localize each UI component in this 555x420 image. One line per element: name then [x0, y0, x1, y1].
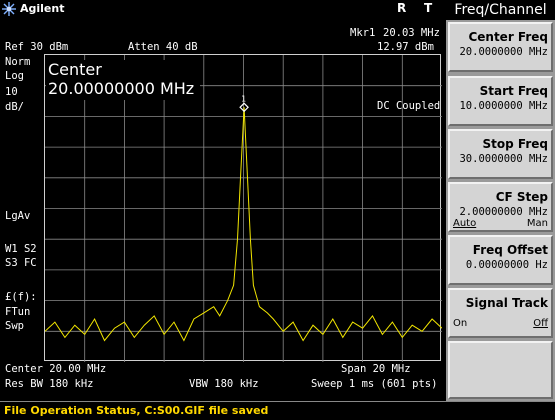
scale-value: 10 [5, 86, 18, 98]
agilent-spark-icon [2, 1, 16, 16]
average-type: LgAv [5, 210, 31, 222]
trace-mode-s3fc: S3 FC [5, 257, 37, 269]
freq-tune-indicator: FTun [5, 306, 31, 318]
softkey-label: CF Step [495, 190, 548, 204]
softkey-value: 2.00000000 MHz [459, 206, 548, 218]
start-freq-key[interactable]: Start Freq 10.0000000 MHz [448, 76, 553, 126]
softkey-value: 30.0000000 MHz [459, 153, 548, 165]
trigger-indicator: T [424, 1, 433, 15]
center-freq-key[interactable]: Center Freq 20.0000000 MHz [448, 22, 553, 72]
stop-freq-key[interactable]: Stop Freq 30.0000000 MHz [448, 129, 553, 179]
trace-mode-w1s2: W1 S2 [5, 243, 37, 255]
active-function-value: 20.00000000 MHz [48, 79, 195, 98]
marker-number: 1 [241, 94, 246, 103]
softkey-label: Center Freq [468, 30, 548, 44]
span-label: Span 20 MHz [341, 363, 411, 375]
brand: Agilent [2, 1, 64, 16]
scale-mode: Norm [5, 56, 31, 68]
on-option: On [453, 318, 468, 329]
marker-label: Mkr1 [350, 27, 376, 39]
softkey-label: Signal Track [465, 296, 548, 310]
sweep-indicator: Swp [5, 320, 24, 332]
softkey-panel: Freq/Channel Center Freq 20.0000000 MHz … [446, 0, 555, 401]
marker-amplitude: 12.97 dBm [377, 41, 434, 53]
marker-frequency: 20.03 MHz [383, 27, 440, 39]
sweep-time-label: Sweep 1 ms (601 pts) [311, 378, 438, 390]
attenuation: Atten 40 dB [128, 41, 198, 53]
active-function-box: Center 20.00000000 MHz [46, 60, 201, 100]
scale-type: Log [5, 70, 24, 82]
brand-label: Agilent [20, 2, 65, 15]
menu-title: Freq/Channel [446, 0, 555, 20]
status-bar: File Operation Status, C:S00.GIF file sa… [0, 401, 555, 420]
softkey-value: 10.0000000 MHz [459, 100, 548, 112]
file-status-text: File Operation Status, C:S00.GIF file sa… [4, 404, 269, 417]
softkey-label: Start Freq [479, 84, 548, 98]
reference-level: Ref 30 dBm [5, 41, 69, 53]
softkey-value: 0.00000000 Hz [465, 259, 548, 271]
active-function-label: Center [48, 60, 102, 79]
cf-step-key[interactable]: CF Step 2.00000000 MHz Auto Man [448, 182, 553, 232]
softkey-label: Stop Freq [482, 137, 548, 151]
man-option: Man [526, 218, 548, 229]
scale-unit: dB/ [5, 101, 24, 113]
res-bw-label: Res BW 180 kHz [5, 378, 94, 390]
blank-softkey[interactable] [448, 341, 553, 399]
auto-option: Auto [453, 218, 477, 229]
softkey-label: Freq Offset [472, 243, 548, 257]
off-option: Off [533, 318, 548, 329]
softkey-value: 20.0000000 MHz [459, 46, 548, 58]
analyzer-screen: Agilent R T Mkr1 20.03 MHz Ref 30 dBm At… [0, 0, 446, 401]
remote-indicator: R [397, 1, 407, 15]
freq-offset-key[interactable]: Freq Offset 0.00000000 Hz [448, 235, 553, 285]
signal-track-key[interactable]: Signal Track On Off [448, 288, 553, 338]
coupling-indicator: DC Coupled [377, 100, 441, 112]
function-indicator: £(f): [5, 291, 37, 303]
vbw-label: VBW 180 kHz [189, 378, 259, 390]
center-frequency-label: Center 20.00 MHz [5, 363, 107, 375]
